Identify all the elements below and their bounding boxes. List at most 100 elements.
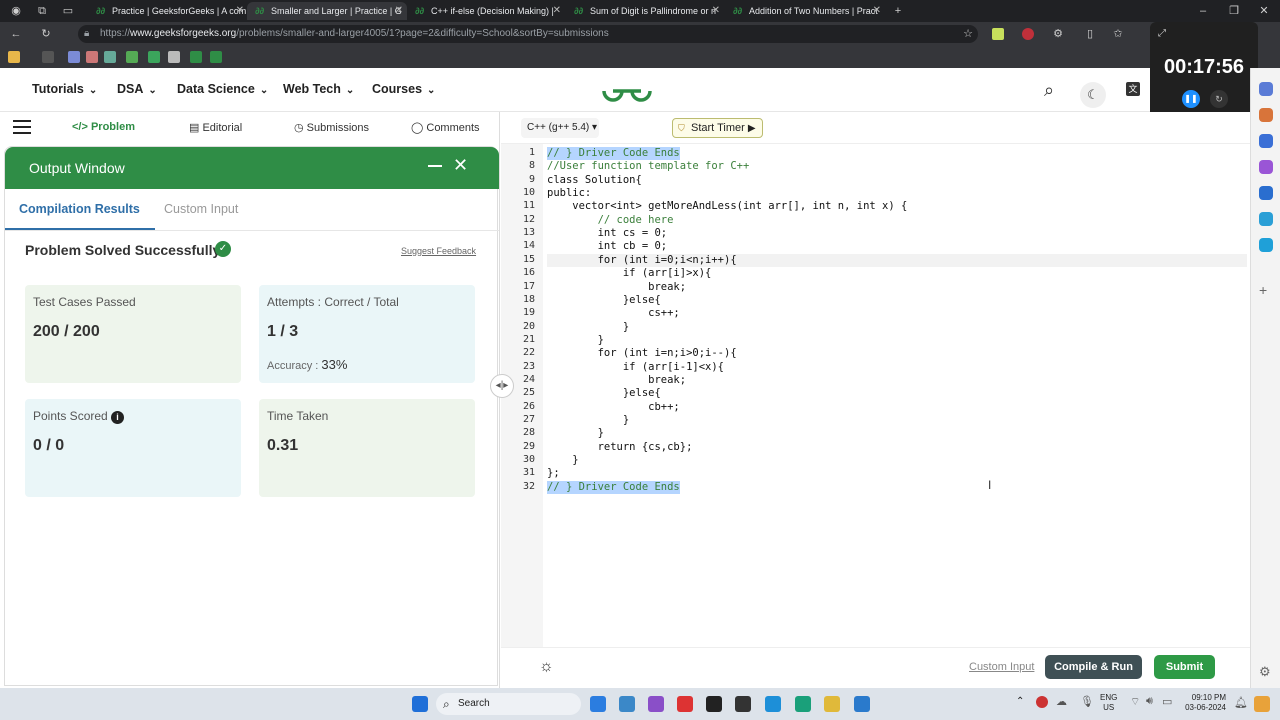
clock[interactable]: 09:10 PM 03-06-2024 bbox=[1176, 693, 1226, 713]
compile-run-button[interactable]: Compile & Run bbox=[1045, 655, 1142, 679]
workspaces-icon[interactable]: ⧉ bbox=[34, 3, 50, 19]
submit-button[interactable]: Submit bbox=[1154, 655, 1215, 679]
bookmark-icon[interactable] bbox=[148, 51, 160, 63]
volume-icon[interactable]: 🔊︎ bbox=[1146, 695, 1153, 708]
notification-icon[interactable]: 🔔︎ bbox=[1234, 696, 1248, 709]
sidebar-app-icon[interactable] bbox=[1259, 160, 1273, 174]
info-icon[interactable]: i bbox=[111, 411, 125, 424]
bookmark-icon[interactable] bbox=[126, 51, 138, 63]
restore-window-icon[interactable]: ❐ bbox=[1226, 3, 1242, 19]
split-screen-icon[interactable]: ▯ bbox=[1082, 26, 1098, 42]
windows-start-icon[interactable] bbox=[412, 696, 428, 712]
start-timer-button[interactable]: ⛉ Start Timer ▶ bbox=[672, 118, 763, 138]
tab-submissions[interactable]: ◷ Submissions bbox=[294, 121, 369, 134]
skype-icon[interactable] bbox=[1259, 238, 1273, 252]
resize-handle-icon[interactable]: ◂|▸ bbox=[490, 374, 514, 398]
tab-custom-input[interactable]: Custom Input bbox=[164, 202, 238, 216]
add-icon[interactable]: + bbox=[1259, 282, 1267, 298]
code-area[interactable]: // } Driver Code Ends//User function tem… bbox=[543, 144, 1250, 656]
browser-tab[interactable]: ∂∂ C++ if-else (Decision Making) | ✕ bbox=[407, 2, 565, 20]
edge-icon[interactable] bbox=[765, 696, 781, 712]
close-tab-icon[interactable]: ✕ bbox=[873, 2, 881, 20]
tab-problem[interactable]: </> Problem bbox=[72, 121, 135, 133]
new-tab-icon[interactable]: + bbox=[890, 3, 906, 19]
minimize-icon[interactable] bbox=[428, 165, 442, 167]
favorite-star-icon[interactable]: ☆ bbox=[960, 26, 976, 42]
language-select[interactable]: C++ (g++ 5.4) ▾ bbox=[521, 118, 599, 138]
tab-actions-icon[interactable]: ▭ bbox=[60, 3, 76, 19]
nav-data-science[interactable]: Data Science ⌄ bbox=[177, 82, 268, 96]
microphone-icon[interactable]: 🎙︎ bbox=[1080, 695, 1094, 708]
pause-icon[interactable]: ❚❚ bbox=[1182, 90, 1200, 108]
tab-editorial[interactable]: ▤ Editorial bbox=[189, 121, 242, 134]
translate-icon[interactable]: 文 bbox=[1126, 82, 1140, 96]
taskbar-app-icon[interactable] bbox=[824, 696, 840, 712]
tab-comments[interactable]: ◯ Comments bbox=[411, 121, 480, 134]
close-tab-icon[interactable]: ✕ bbox=[712, 2, 720, 20]
settings-gear-icon[interactable]: ⚙ bbox=[1259, 664, 1271, 680]
taskbar-search-box[interactable]: ⌕ Search bbox=[436, 693, 581, 715]
close-tab-icon[interactable]: ✕ bbox=[395, 2, 403, 20]
nav-tutorials[interactable]: Tutorials ⌄ bbox=[32, 82, 97, 96]
bookmark-icon[interactable] bbox=[86, 51, 98, 63]
browser-tab[interactable]: ∂∂ Practice | GeeksforGeeks | A com ✕ bbox=[88, 2, 248, 20]
tray-app-icon[interactable] bbox=[1036, 696, 1048, 708]
taskbar-app-icon[interactable] bbox=[706, 696, 722, 712]
tray-chevron-icon[interactable]: ⌃ bbox=[1016, 696, 1024, 707]
extension-icon[interactable] bbox=[1022, 28, 1034, 40]
nav-courses[interactable]: Courses ⌄ bbox=[372, 82, 435, 96]
taskbar-app-icon[interactable] bbox=[619, 696, 635, 712]
sidebar-app-icon[interactable] bbox=[1259, 212, 1273, 226]
close-tab-icon[interactable]: ✕ bbox=[553, 2, 561, 20]
minimize-window-icon[interactable]: – bbox=[1195, 3, 1211, 19]
taskbar-app-icon[interactable] bbox=[677, 696, 693, 712]
nav-web-tech[interactable]: Web Tech ⌄ bbox=[283, 82, 354, 96]
dark-mode-icon[interactable]: ☾ bbox=[1080, 82, 1106, 108]
network-icon[interactable]: ⌔ bbox=[1130, 695, 1140, 709]
reset-icon[interactable]: ↻ bbox=[1210, 90, 1228, 108]
edge-icon-active[interactable] bbox=[795, 696, 811, 712]
browser-tab-active[interactable]: ∂∂ Smaller and Larger | Practice | G ✕ bbox=[247, 2, 407, 20]
search-icon[interactable]: ⌕ bbox=[1044, 80, 1054, 101]
taskbar-app-icon[interactable] bbox=[590, 696, 606, 712]
extensions-icon[interactable]: ⚙ bbox=[1050, 26, 1066, 42]
sidebar-app-icon[interactable] bbox=[1259, 108, 1273, 122]
expand-icon[interactable]: ⤢ bbox=[1158, 28, 1166, 39]
bookmark-icon[interactable] bbox=[42, 51, 54, 63]
cloud-icon[interactable]: ☁ bbox=[1056, 695, 1067, 708]
language-indicator[interactable]: ENG US bbox=[1100, 693, 1117, 713]
vscode-icon[interactable] bbox=[854, 696, 870, 712]
taskbar-app-icon[interactable] bbox=[735, 696, 751, 712]
bookmark-icon[interactable] bbox=[168, 51, 180, 63]
outlook-icon[interactable] bbox=[1259, 186, 1273, 200]
tab-compilation-results[interactable]: Compilation Results bbox=[19, 202, 140, 216]
sidebar-app-icon[interactable] bbox=[1259, 134, 1273, 148]
extension-icon[interactable] bbox=[992, 28, 1004, 40]
profile-icon[interactable]: ◉ bbox=[8, 3, 24, 19]
close-icon[interactable]: ✕ bbox=[453, 155, 468, 176]
folder-icon[interactable] bbox=[8, 51, 20, 63]
favorites-icon[interactable]: ✩ bbox=[1110, 26, 1126, 42]
taskbar-app-icon[interactable] bbox=[648, 696, 664, 712]
bookmark-icon[interactable] bbox=[104, 51, 116, 63]
url-input[interactable]: 🔒︎ https://www.geeksforgeeks.org/problem… bbox=[78, 25, 978, 43]
gfg-bookmark-icon[interactable] bbox=[210, 51, 222, 63]
gfg-bookmark-icon[interactable] bbox=[190, 51, 202, 63]
browser-tab[interactable]: ∂∂ Addition of Two Numbers | Pract ✕ bbox=[725, 2, 885, 20]
browser-tab[interactable]: ∂∂ Sum of Digit is Pallindrome or n ✕ bbox=[566, 2, 724, 20]
suggest-feedback-link[interactable]: Suggest Feedback bbox=[401, 246, 476, 256]
widgets-icon[interactable] bbox=[1254, 696, 1270, 712]
bookmark-icon[interactable] bbox=[68, 51, 80, 63]
close-window-icon[interactable]: ✕ bbox=[1256, 3, 1272, 19]
nav-dsa[interactable]: DSA ⌄ bbox=[117, 82, 157, 96]
hamburger-menu-icon[interactable] bbox=[13, 120, 31, 134]
battery-icon[interactable]: ▭ bbox=[1162, 695, 1172, 708]
refresh-icon[interactable]: ↻ bbox=[38, 26, 54, 42]
code-line: for (int i=0;i<n;i++){ bbox=[547, 253, 1247, 267]
lightbulb-icon[interactable]: ☼ bbox=[539, 658, 554, 676]
custom-input-link[interactable]: Custom Input bbox=[969, 661, 1034, 673]
sidebar-app-icon[interactable] bbox=[1259, 82, 1273, 96]
back-icon[interactable]: ← bbox=[8, 26, 24, 42]
gfg-logo-icon[interactable] bbox=[600, 78, 654, 104]
close-tab-icon[interactable]: ✕ bbox=[236, 2, 244, 20]
